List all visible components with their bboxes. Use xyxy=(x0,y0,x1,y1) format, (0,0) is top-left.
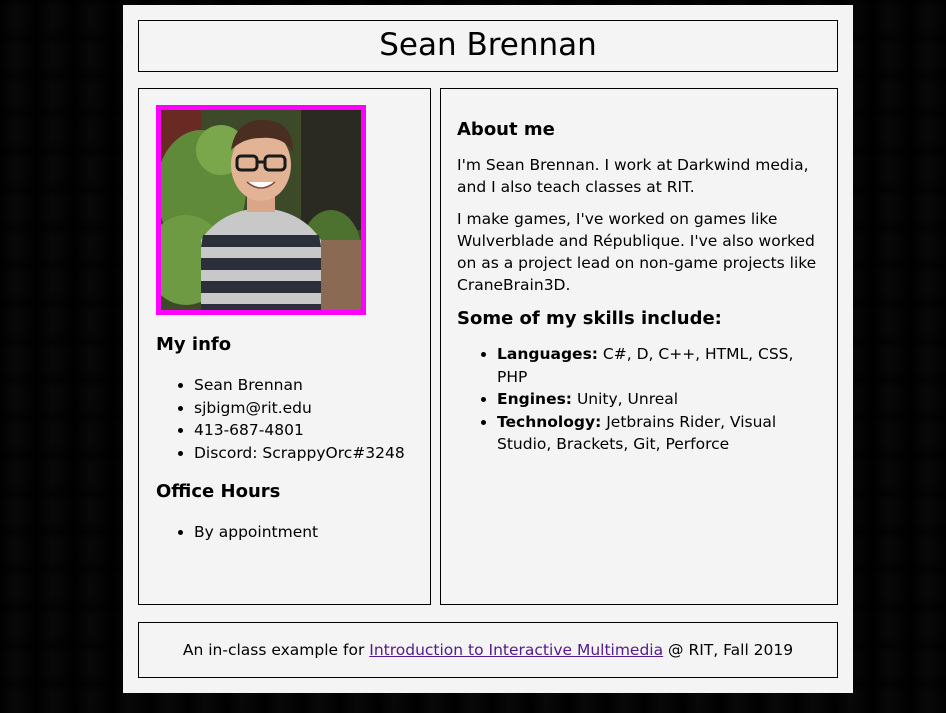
list-item: Discord: ScrappyOrc#3248 xyxy=(194,442,405,465)
list-item: By appointment xyxy=(194,521,318,544)
office-hours-list: By appointment xyxy=(156,521,318,544)
my-info-list: Sean Brennan sjbigm@rit.edu 413-687-4801… xyxy=(156,374,405,464)
footer-prefix: An in-class example for xyxy=(182,641,370,659)
my-info-heading: My info xyxy=(156,334,232,355)
about-paragraph: I'm Sean Brennan. I work at Darkwind med… xyxy=(457,156,809,196)
skills-heading: Some of my skills include: xyxy=(457,308,722,329)
header: Sean Brennan xyxy=(138,20,838,72)
skill-label: Technology: xyxy=(497,412,602,431)
skill-item: Engines: Unity, Unreal xyxy=(497,388,823,411)
page-title: Sean Brennan xyxy=(379,27,597,63)
footer-suffix: @ RIT, Fall 2019 xyxy=(663,641,794,659)
office-hours-heading: Office Hours xyxy=(156,481,281,502)
skill-item: Technology: Jetbrains Rider, Visual Stud… xyxy=(497,411,823,456)
about-paragraph: I make games, I've worked on games like … xyxy=(457,210,817,294)
about-section: About me I'm Sean Brennan. I work at Dar… xyxy=(457,119,823,456)
skills-section: Languages: C#, D, C++, HTML, CSS, PHP En… xyxy=(457,343,823,456)
skills-list: Languages: C#, D, C++, HTML, CSS, PHP En… xyxy=(457,343,823,456)
course-link[interactable]: Introduction to Interactive Multimedia xyxy=(369,641,663,659)
skill-value: Unity, Unreal xyxy=(572,390,679,408)
skill-item: Languages: C#, D, C++, HTML, CSS, PHP xyxy=(497,343,823,388)
profile-photo xyxy=(156,105,366,315)
list-item: Sean Brennan xyxy=(194,374,405,397)
list-item: 413-687-4801 xyxy=(194,419,405,442)
list-item: sjbigm@rit.edu xyxy=(194,397,405,420)
left-column: My info Sean Brennan sjbigm@rit.edu 413-… xyxy=(138,88,431,605)
footer: An in-class example for Introduction to … xyxy=(138,622,838,678)
about-heading: About me xyxy=(457,119,555,140)
page-container: Sean Brennan My info • Sean Brennan • sj… xyxy=(123,5,853,693)
skill-label: Languages: xyxy=(497,345,598,363)
right-column: About me I'm Sean Brennan. I work at Dar… xyxy=(440,88,838,605)
skill-label: Engines: xyxy=(497,390,573,408)
